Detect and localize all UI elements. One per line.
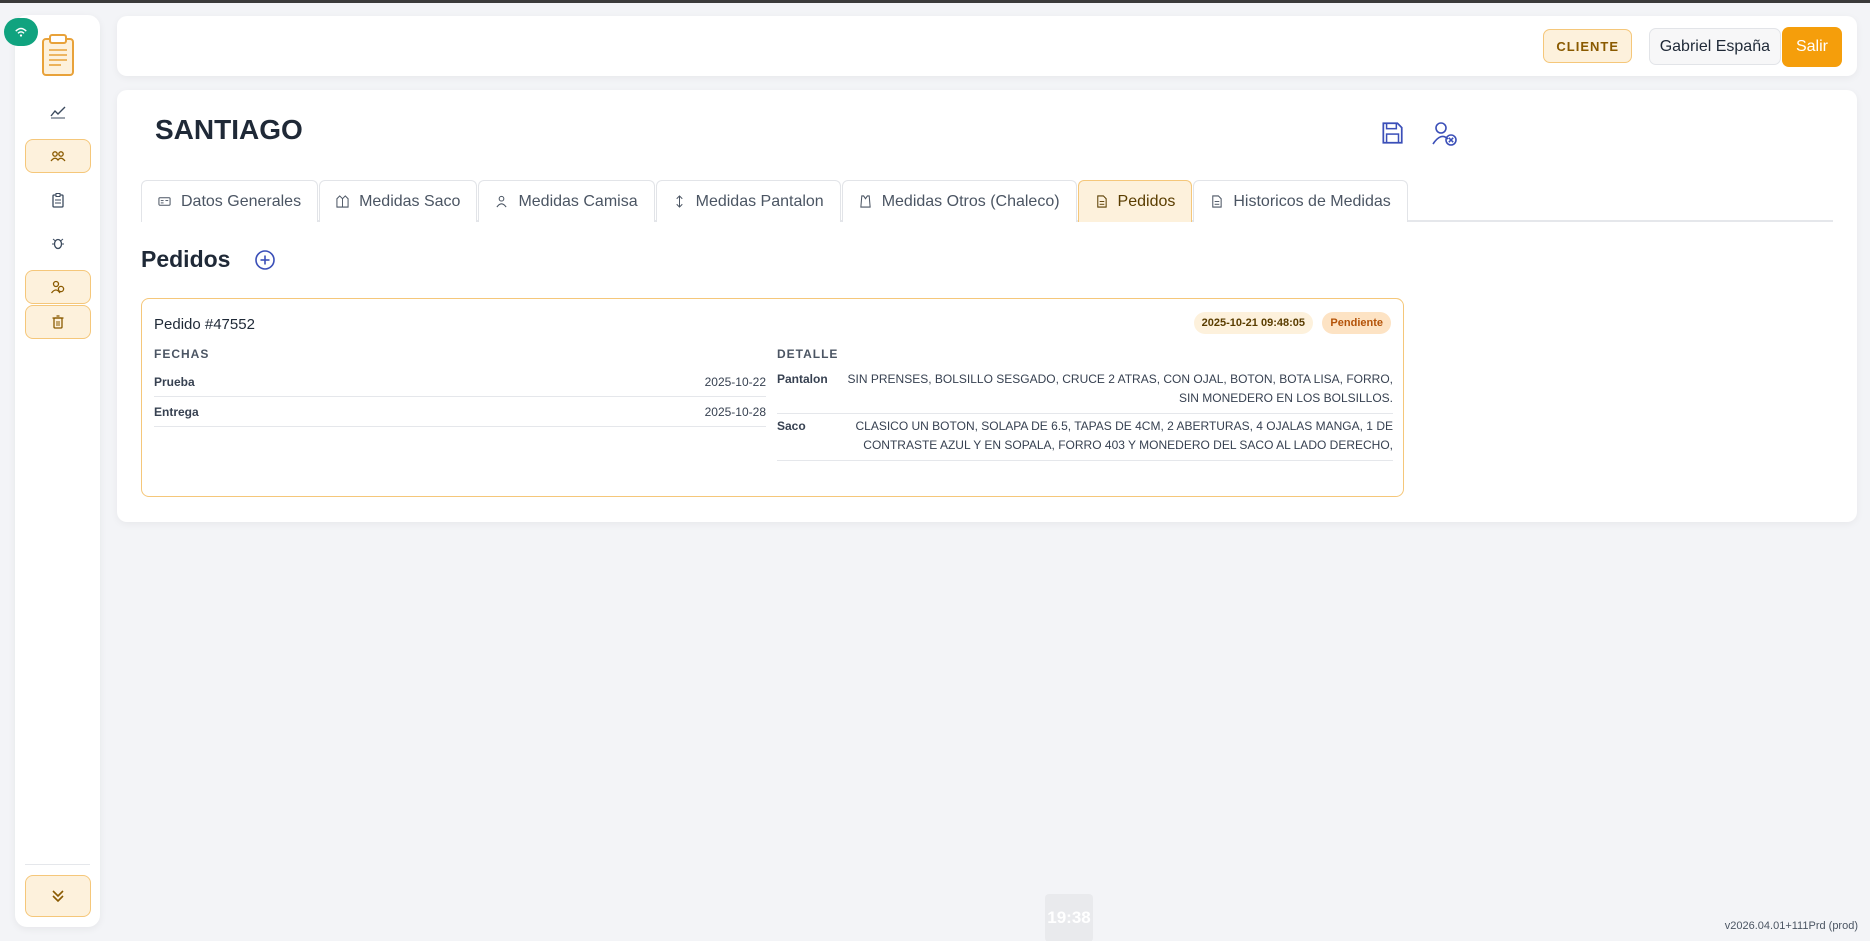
tab-medidas-saco[interactable]: Medidas Saco xyxy=(319,180,478,222)
id-card-icon xyxy=(158,197,171,206)
tab-label: Datos Generales xyxy=(181,192,302,210)
tab-historicos-medidas[interactable]: Historicos de Medidas xyxy=(1193,180,1408,222)
order-card[interactable]: Pedido #47552 2025-10-21 09:48:05 Pendie… xyxy=(141,298,1404,497)
detalle-label: Pantalon xyxy=(777,372,828,386)
jacket-icon xyxy=(336,195,349,208)
version-label: v2026.04.01+111Prd (prod) xyxy=(1724,920,1858,932)
list-item: Saco CLASICO UN BOTON, SOLAPA DE 6.5, TA… xyxy=(777,414,1393,461)
team-icon xyxy=(50,151,66,162)
sidebar-item-clients[interactable] xyxy=(25,139,91,173)
list-item: Prueba 2025-10-22 xyxy=(154,367,766,397)
document-icon xyxy=(1212,195,1223,208)
vertical-arrows-icon xyxy=(675,195,683,208)
detalle-value: SIN PRENSES, BOLSILLO SESGADO, CRUCE 2 A… xyxy=(847,372,1393,405)
connection-status-icon xyxy=(4,18,38,46)
sidebar xyxy=(15,15,100,927)
tab-datos-generales[interactable]: Datos Generales xyxy=(141,180,319,222)
vest-icon xyxy=(860,195,871,208)
fecha-value: 2025-10-22 xyxy=(704,374,766,389)
add-order-icon[interactable] xyxy=(253,248,277,272)
list-item: Pantalon SIN PRENSES, BOLSILLO SESGADO, … xyxy=(777,367,1393,414)
tab-label: Medidas Otros (Chaleco) xyxy=(881,192,1060,210)
tab-medidas-camisa[interactable]: Medidas Camisa xyxy=(478,180,655,222)
client-detail-panel: SANTIAGO Datos Generales Medidas Saco Me… xyxy=(117,90,1857,522)
fecha-label: Entrega xyxy=(154,404,199,419)
tab-label: Pedidos xyxy=(1117,192,1176,210)
order-title: Pedido #47552 xyxy=(154,316,255,333)
tab-label: Medidas Pantalon xyxy=(695,192,824,210)
sidebar-item-dashboard[interactable] xyxy=(25,95,91,129)
sidebar-item-orders[interactable] xyxy=(25,183,91,217)
tab-pedidos[interactable]: Pedidos xyxy=(1077,180,1193,222)
save-icon[interactable] xyxy=(1379,120,1407,148)
tab-label: Medidas Camisa xyxy=(518,192,638,210)
document-icon xyxy=(1096,195,1107,208)
sidebar-item-users[interactable] xyxy=(25,270,91,304)
chevron-double-down-icon xyxy=(52,890,64,903)
user-menu-button[interactable]: Gabriel España xyxy=(1648,28,1781,65)
role-badge: CLIENTE xyxy=(1543,29,1632,63)
section-title: Pedidos xyxy=(141,246,231,272)
detalle-header: DETALLE xyxy=(777,347,839,361)
person-icon xyxy=(496,195,508,208)
users-icon xyxy=(50,280,65,294)
tab-medidas-pantalon[interactable]: Medidas Pantalon xyxy=(655,180,841,222)
list-item: Entrega 2025-10-28 xyxy=(154,397,766,427)
logout-button[interactable]: Salir xyxy=(1782,27,1842,67)
sidebar-item-trash[interactable] xyxy=(25,305,91,339)
clipboard-icon xyxy=(52,193,64,208)
chart-line-icon xyxy=(50,106,66,119)
order-date-badge: 2025-10-21 09:48:05 xyxy=(1193,312,1313,334)
fechas-list: Prueba 2025-10-22 Entrega 2025-10-28 xyxy=(154,367,766,427)
top-bar: CLIENTE Gabriel España Salir xyxy=(117,16,1857,76)
detalle-value: CLASICO UN BOTON, SOLAPA DE 6.5, TAPAS D… xyxy=(855,419,1393,452)
clock: 19:38 xyxy=(1045,894,1093,941)
sidebar-item-bugs[interactable] xyxy=(25,226,91,260)
bug-icon xyxy=(52,238,64,250)
detalle-label: Saco xyxy=(777,419,806,433)
fecha-value: 2025-10-28 xyxy=(704,404,766,419)
tab-medidas-otros[interactable]: Medidas Otros (Chaleco) xyxy=(841,180,1077,222)
clipboard-logo-icon xyxy=(37,33,79,77)
tab-label: Medidas Saco xyxy=(359,192,461,210)
fechas-header: FECHAS xyxy=(154,347,210,361)
remove-user-icon[interactable] xyxy=(1431,120,1459,148)
tab-label: Historicos de Medidas xyxy=(1233,192,1391,210)
detalle-list: Pantalon SIN PRENSES, BOLSILLO SESGADO, … xyxy=(777,367,1393,461)
page-title: SANTIAGO xyxy=(155,114,303,145)
tab-bar: Datos Generales Medidas Saco Medidas Cam… xyxy=(141,180,1833,222)
collapse-sidebar-button[interactable] xyxy=(25,875,91,917)
sidebar-divider xyxy=(25,864,90,865)
fecha-label: Prueba xyxy=(154,374,195,389)
status-badge: Pendiente xyxy=(1322,312,1391,334)
trash-icon xyxy=(52,315,64,329)
